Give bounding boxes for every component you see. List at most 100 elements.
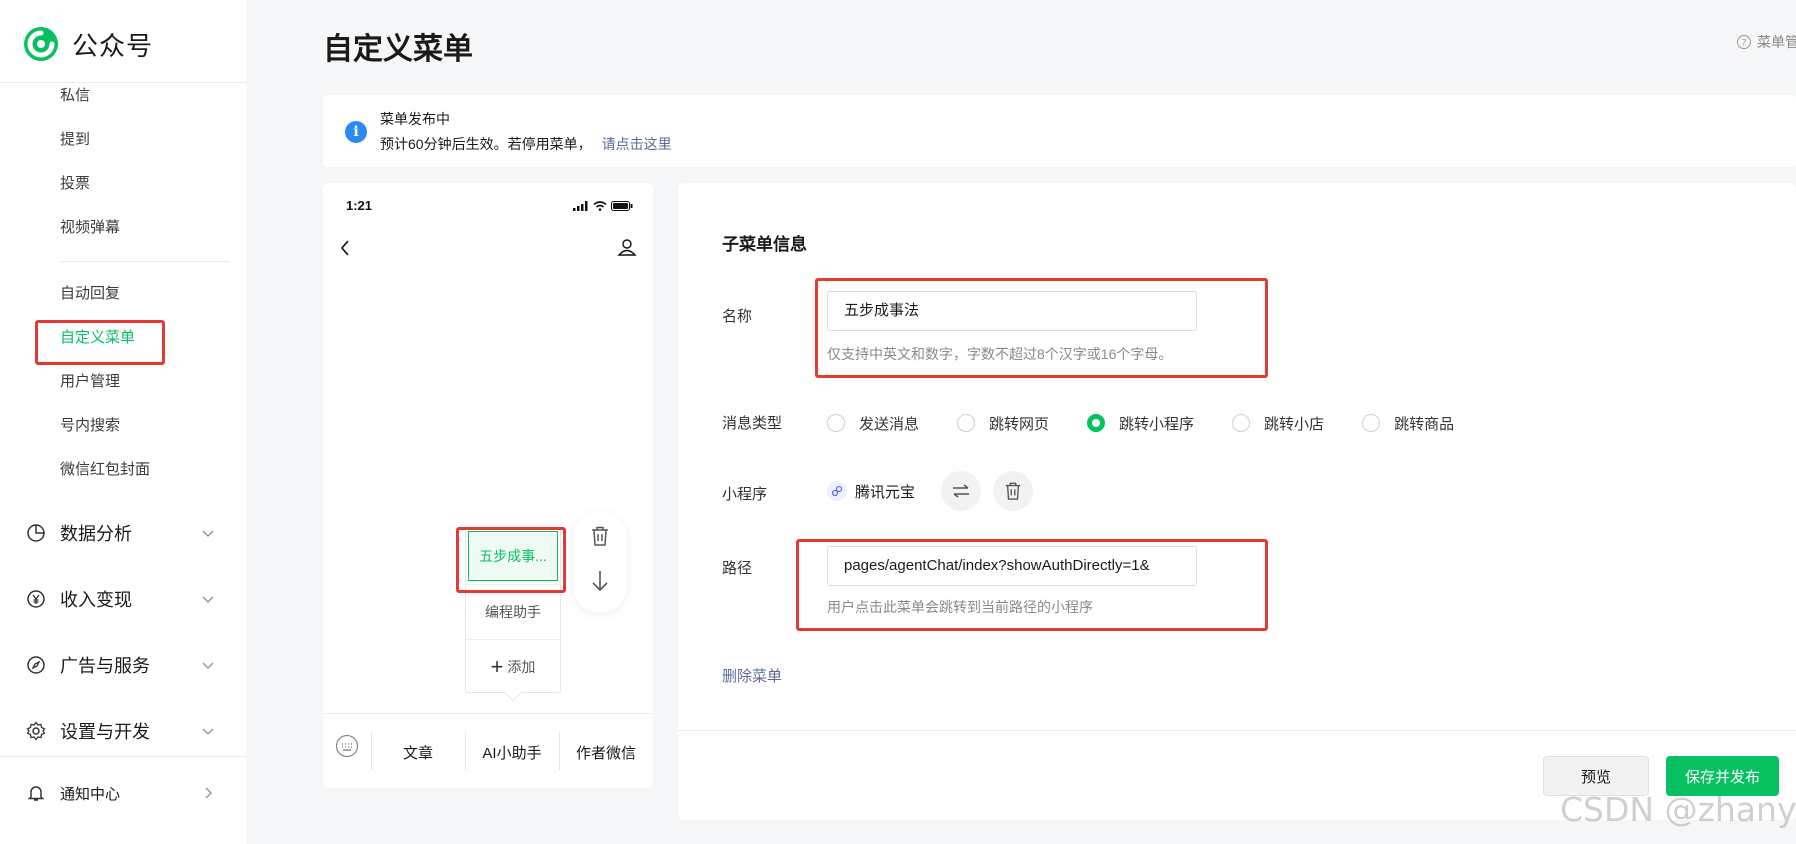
plus-icon: + [490,653,504,679]
radio-label: 跳转网页 [989,415,1050,433]
phone-menu-item[interactable]: 作者微信 [559,742,653,763]
radio-label: 跳转商品 [1394,415,1455,433]
radio-jump-product[interactable]: 跳转商品 [1362,413,1454,434]
wifi-icon [593,201,607,211]
miniprogram-name: 腾讯元宝 [855,483,916,501]
radio-jump-shop[interactable]: 跳转小店 [1232,413,1324,434]
notice-body: 预计60分钟后生效。若停用菜单， [380,136,592,152]
arrow-down-icon[interactable] [590,569,610,593]
menu-help-label: 菜单管 [1757,34,1796,50]
svg-text:?: ? [1742,39,1747,49]
back-arrow-icon[interactable] [339,239,351,257]
bell-icon [27,786,45,801]
phone-bottom-menu: 文章 AI小助手 作者微信 [323,713,653,788]
sidebar-group-label: 设置与开发 [60,722,150,742]
radio-circle [957,414,976,432]
path-label: 路径 [722,560,753,577]
chevron-right-icon [205,787,213,799]
sidebar-group-label: 收入变现 [60,590,132,610]
delete-miniprogram-button[interactable] [993,471,1034,511]
trash-icon[interactable] [590,525,610,547]
radio-circle [827,414,845,432]
radio-label: 发送消息 [859,415,920,433]
radio-jump-webpage[interactable]: 跳转网页 [957,413,1049,434]
sidebar: 公众号 私信 提到 投票 视频弹幕 自动回复 自定义菜单 用户管理 号内搜索 微… [0,0,246,844]
sidebar-item-polls[interactable]: 投票 [60,173,90,195]
highlight-box [35,320,165,365]
swap-icon [953,484,970,498]
form-title: 子菜单信息 [722,235,807,254]
sidebar-item-user-management[interactable]: 用户管理 [60,371,120,393]
radio-circle [1362,414,1381,432]
submenu-tools [573,511,627,613]
sidebar-item-messages[interactable]: 私信 [60,85,90,107]
divider [60,261,230,262]
menu-help-link[interactable]: ? 菜单管 [1736,32,1796,52]
chevron-down-icon [202,662,214,670]
highlight-box [456,527,566,593]
notice-title: 菜单发布中 [380,111,450,127]
sidebar-notifications-label: 通知中心 [60,785,121,803]
brand[interactable]: 公众号 [22,24,153,64]
notice-text: 预计60分钟后生效。若停用菜单， 请点击这里 [380,134,672,154]
name-label: 名称 [722,308,753,325]
miniprogram-row: 腾讯元宝 [827,470,1034,512]
phone-preview: 1:21 五步成事... 编程助手 + 添加 文章 AI小助手 作者微信 [323,183,653,788]
divider [0,82,246,83]
sidebar-group-label: 广告与服务 [60,656,150,676]
wechat-official-logo-icon [24,27,58,61]
sidebar-item-video-danmaku[interactable]: 视频弹幕 [60,217,120,239]
sidebar-item-account-search[interactable]: 号内搜索 [60,415,120,437]
sidebar-notifications[interactable]: 通知中心 [26,779,216,807]
help-icon: ? [1737,35,1751,49]
sidebar-group-label: 数据分析 [60,524,132,544]
status-bar-icons [573,201,633,211]
phone-menu-item[interactable]: 文章 [371,742,465,763]
radio-send-message[interactable]: 发送消息 [827,413,919,434]
message-type-label: 消息类型 [722,415,783,432]
switch-miniprogram-button[interactable] [941,471,982,511]
highlight-box [815,278,1268,378]
submenu-add-label: 添加 [507,658,536,675]
delete-menu-link[interactable]: 删除菜单 [722,665,782,686]
submenu-item-label: 编程助手 [485,603,541,620]
publish-notice: i 菜单发布中 预计60分钟后生效。若停用菜单， 请点击这里 [323,95,1796,167]
brand-name: 公众号 [72,30,154,61]
radio-label: 跳转小程序 [1119,415,1195,433]
radio-circle-checked [1087,414,1106,432]
sidebar-group-settings-dev[interactable]: 设置与开发 [26,717,216,745]
sidebar-item-auto-reply[interactable]: 自动回复 [60,283,120,305]
user-profile-icon[interactable] [617,237,637,257]
miniprogram-icon [827,481,847,501]
chevron-down-icon [202,530,214,538]
divider [678,730,1796,731]
compass-icon [27,656,45,674]
sidebar-item-mentions[interactable]: 提到 [60,129,90,151]
pie-chart-icon [27,524,45,542]
sidebar-item-red-packet-cover[interactable]: 微信红包封面 [60,459,150,481]
watermark: CSDN @zhanyd [1560,790,1796,829]
trash-icon [1005,482,1021,500]
yen-icon [27,590,45,608]
sidebar-group-monetization[interactable]: 收入变现 [26,585,216,613]
battery-icon [611,201,633,211]
page-title: 自定义菜单 [323,33,473,66]
divider [0,756,246,757]
highlight-box [796,539,1268,631]
sidebar-group-ads-services[interactable]: 广告与服务 [26,651,216,679]
info-icon: i [345,121,367,143]
status-time: 1:21 [346,198,373,213]
sidebar-group-analytics[interactable]: 数据分析 [26,519,216,547]
chevron-down-icon [202,596,214,604]
radio-label: 跳转小店 [1264,415,1325,433]
disable-menu-link[interactable]: 请点击这里 [602,136,672,152]
chevron-down-icon [202,728,214,736]
radio-circle [1232,414,1251,432]
keyboard-icon[interactable] [335,734,359,758]
phone-menu-item[interactable]: AI小助手 [465,742,559,763]
message-type-radio-group: 发送消息 跳转网页 跳转小程序 跳转小店 跳转商品 [827,412,1492,434]
submenu-form: 子菜单信息 名称 五步成事法 仅支持中英文和数字，字数不超过8个汉字或16个字母… [678,183,1796,820]
miniprogram-label: 小程序 [722,486,768,503]
radio-jump-miniprogram[interactable]: 跳转小程序 [1087,413,1194,434]
signal-icon [573,201,588,211]
